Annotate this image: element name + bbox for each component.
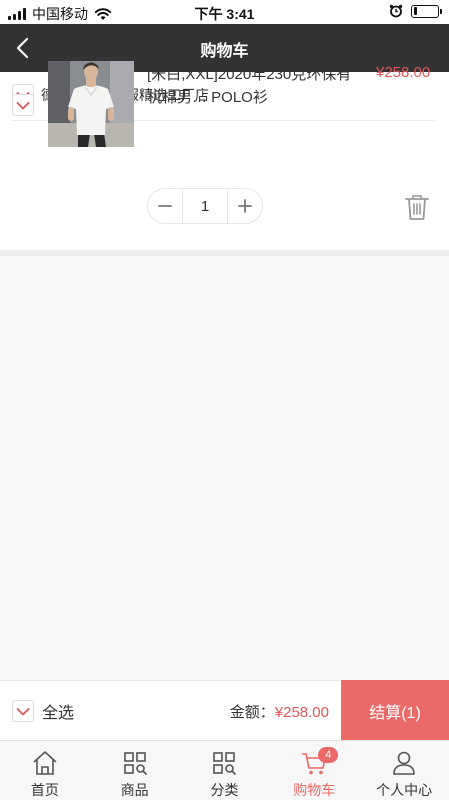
product-title[interactable]: [米白,XXL]2020年230克环保有机棉男… POLO衫 <box>147 63 362 109</box>
page-title: 购物车 <box>200 43 249 60</box>
tab-label: 个人中心 <box>376 782 433 798</box>
checkout-button[interactable]: 结算(1) <box>341 680 449 741</box>
section-separator <box>0 250 449 256</box>
tab-label: 首页 <box>30 782 59 798</box>
quantity-stepper: 1 <box>147 188 263 224</box>
item-checkbox[interactable] <box>12 94 34 116</box>
status-bar: 中国移动 下午 3:41 <box>0 0 449 24</box>
status-right <box>389 4 442 18</box>
product-price: ¥258.00 <box>376 64 431 81</box>
cart-badge: 4 <box>318 747 339 763</box>
select-all-label: 全选 <box>42 705 75 722</box>
tab-category[interactable]: 分类 <box>180 741 270 800</box>
tab-products[interactable]: 商品 <box>90 741 180 800</box>
total-label: 金额： <box>229 704 275 721</box>
battery-fill <box>413 7 417 15</box>
product-image <box>48 61 134 147</box>
plus-icon <box>238 199 252 213</box>
decrease-button[interactable] <box>148 189 182 223</box>
grid-icon <box>123 752 147 775</box>
battery-icon <box>411 4 442 18</box>
total-amount: 金额：¥258.00 <box>230 701 329 722</box>
checkout-bar: 全选 金额：¥258.00 结算(1) <box>0 680 449 741</box>
tab-bar: 首页 商品 分类 4 购物车 个人中心 <box>0 740 449 800</box>
home-icon <box>33 751 57 775</box>
tab-home[interactable]: 首页 <box>0 741 90 800</box>
tab-label: 商品 <box>120 782 149 798</box>
total-value: ¥258.00 <box>274 704 329 721</box>
increase-button[interactable] <box>228 189 262 223</box>
check-icon <box>16 102 30 110</box>
select-all[interactable]: 全选 <box>12 699 74 723</box>
status-time: 下午 3:41 <box>194 6 255 22</box>
product-thumbnail[interactable] <box>48 61 134 147</box>
trash-icon[interactable] <box>404 193 430 221</box>
category-search-icon <box>213 752 237 775</box>
tab-profile[interactable]: 个人中心 <box>359 741 449 800</box>
tab-label: 购物车 <box>293 782 336 798</box>
tab-label: 分类 <box>210 782 239 798</box>
check-icon <box>16 708 30 716</box>
minus-icon <box>158 205 172 207</box>
select-all-checkbox[interactable] <box>12 700 34 722</box>
tab-cart[interactable]: 4 购物车 <box>269 741 359 800</box>
quantity-value[interactable]: 1 <box>182 189 228 223</box>
user-icon <box>393 751 415 775</box>
alarm-icon <box>389 4 403 18</box>
